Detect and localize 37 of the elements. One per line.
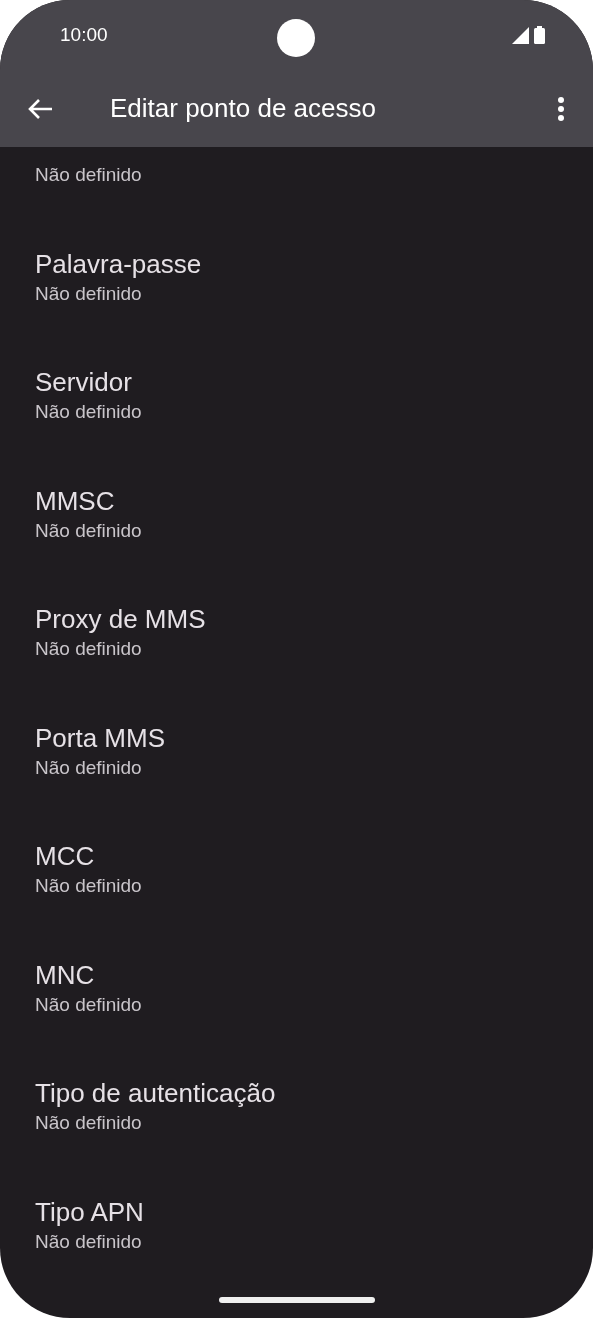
setting-item[interactable]: MCC Não definido (0, 823, 593, 942)
toolbar-title: Editar ponto de acesso (110, 92, 377, 125)
status-time: 10:00 (60, 22, 108, 47)
setting-value: Não definido (35, 163, 143, 187)
setting-item[interactable]: Tipo de autenticação Não definido (0, 1060, 593, 1179)
setting-value: Não definido (35, 1111, 143, 1135)
setting-value: Não definido (35, 755, 143, 780)
setting-item[interactable]: Tipo APN Não definido (0, 1178, 593, 1297)
setting-value: Não definido (35, 400, 143, 424)
setting-value: Não definido (35, 637, 143, 661)
setting-item[interactable]: MMSC Não definido (0, 467, 593, 586)
setting-title: Servidor (35, 366, 133, 399)
setting-title: Palavra-passe (35, 247, 203, 281)
back-arrow-icon (27, 97, 53, 120)
setting-title: MMSC (35, 484, 116, 518)
setting-title: MCC (35, 840, 96, 873)
setting-item[interactable]: MNC Não definido (0, 941, 593, 1060)
battery-icon (534, 26, 545, 44)
setting-value: Não definido (35, 874, 143, 898)
setting-value: Não definido (35, 281, 143, 306)
setting-item[interactable]: Palavra-passe Não definido (0, 230, 593, 349)
more-options-button[interactable] (556, 94, 566, 123)
setting-title: Tipo APN (35, 1195, 145, 1229)
signal-icon (512, 26, 529, 44)
setting-title: Porta MMS (35, 721, 167, 755)
setting-title: MNC (35, 958, 96, 992)
setting-item[interactable]: Proxy de MMS Não definido (0, 586, 593, 705)
setting-item[interactable]: Servidor Não definido (0, 349, 593, 468)
setting-title: Tipo de autenticação (35, 1077, 277, 1110)
setting-value: Não definido (35, 1229, 143, 1254)
camera-cutout-icon (277, 19, 315, 57)
setting-value: Não definido (35, 992, 143, 1017)
setting-item[interactable]: Porta MMS Não definido (0, 704, 593, 823)
setting-item[interactable]: Não definido (0, 147, 593, 231)
more-vertical-icon (557, 95, 565, 122)
setting-title: Proxy de MMS (35, 603, 207, 636)
setting-value: Não definido (35, 518, 143, 543)
